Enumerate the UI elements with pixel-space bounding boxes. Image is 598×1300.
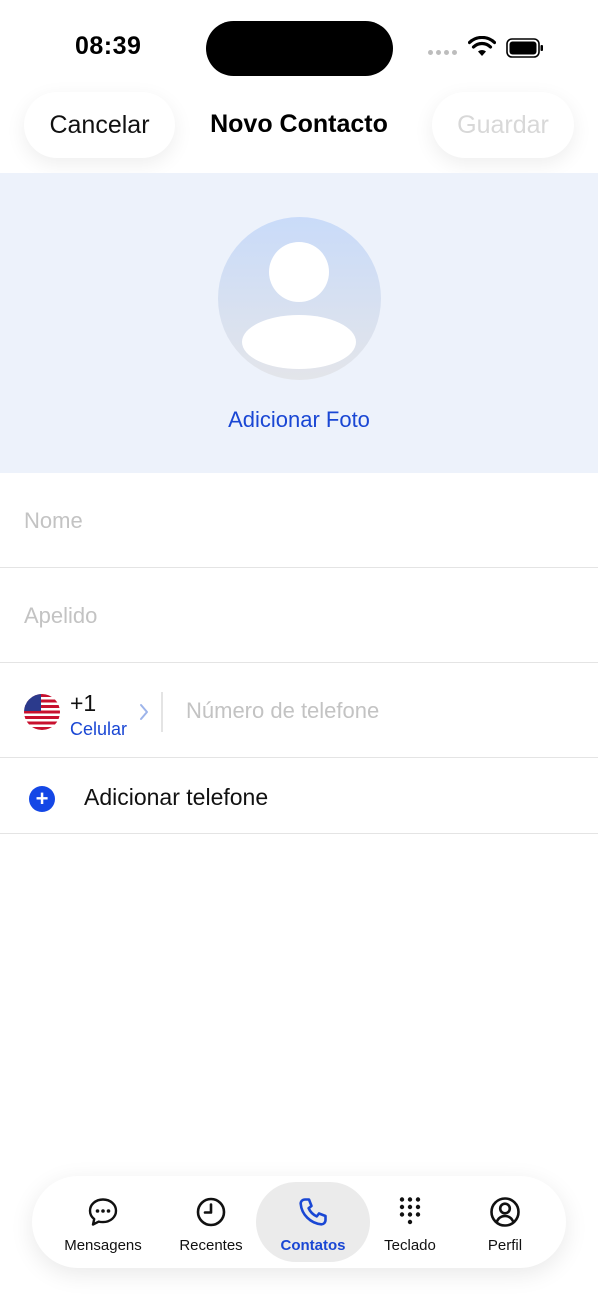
country-code[interactable]: +1	[70, 690, 96, 717]
tab-profile[interactable]: Perfil	[460, 1176, 550, 1268]
status-bar: 08:39	[0, 0, 598, 90]
user-circle-icon	[490, 1197, 520, 1227]
tab-label: Contatos	[280, 1237, 346, 1254]
add-photo-button[interactable]: Adicionar Foto	[0, 407, 598, 433]
dynamic-island	[206, 21, 393, 76]
tab-label: Mensagens	[64, 1237, 142, 1254]
tab-recents[interactable]: Recentes	[164, 1176, 258, 1268]
tab-keypad[interactable]: Teclado	[364, 1176, 456, 1268]
first-name-row	[0, 474, 598, 568]
battery-icon	[506, 38, 543, 58]
tab-label: Perfil	[487, 1237, 523, 1254]
photo-section: Adicionar Foto	[0, 173, 598, 473]
status-time: 08:39	[75, 32, 142, 60]
phone-icon	[299, 1198, 327, 1226]
divider	[161, 692, 163, 732]
chat-bubble-icon	[88, 1198, 118, 1226]
tab-contacts[interactable]: Contatos	[264, 1176, 362, 1268]
tab-label: Teclado	[384, 1237, 436, 1254]
save-button[interactable]: Guardar	[432, 92, 574, 158]
clock-icon	[196, 1197, 226, 1227]
add-phone-button[interactable]: Adicionar telefone	[84, 784, 268, 811]
wifi-icon	[468, 36, 496, 56]
keypad-icon	[399, 1197, 421, 1225]
cellular-signal-icon	[428, 50, 457, 55]
phone-number-field[interactable]	[186, 664, 566, 758]
cancel-button[interactable]: Cancelar	[24, 92, 175, 158]
last-name-row	[0, 569, 598, 663]
tab-messages[interactable]: Mensagens	[54, 1176, 152, 1268]
plus-circle-icon: +	[29, 786, 55, 812]
chevron-right-icon[interactable]	[138, 702, 150, 722]
us-flag-icon[interactable]	[24, 694, 60, 730]
tab-bar: Mensagens Recentes Contatos Teclado Perf…	[32, 1176, 566, 1268]
phone-row: +1 Celular	[0, 664, 598, 758]
add-phone-row[interactable]: + Adicionar telefone	[0, 759, 598, 834]
first-name-field[interactable]	[24, 474, 574, 568]
avatar-placeholder-icon[interactable]	[218, 217, 381, 380]
tab-label: Recentes	[179, 1237, 243, 1254]
phone-type-label[interactable]: Celular	[70, 719, 127, 740]
last-name-field[interactable]	[24, 569, 574, 663]
navigation-header: Cancelar Novo Contacto Guardar	[0, 92, 598, 162]
status-icons	[428, 36, 548, 60]
